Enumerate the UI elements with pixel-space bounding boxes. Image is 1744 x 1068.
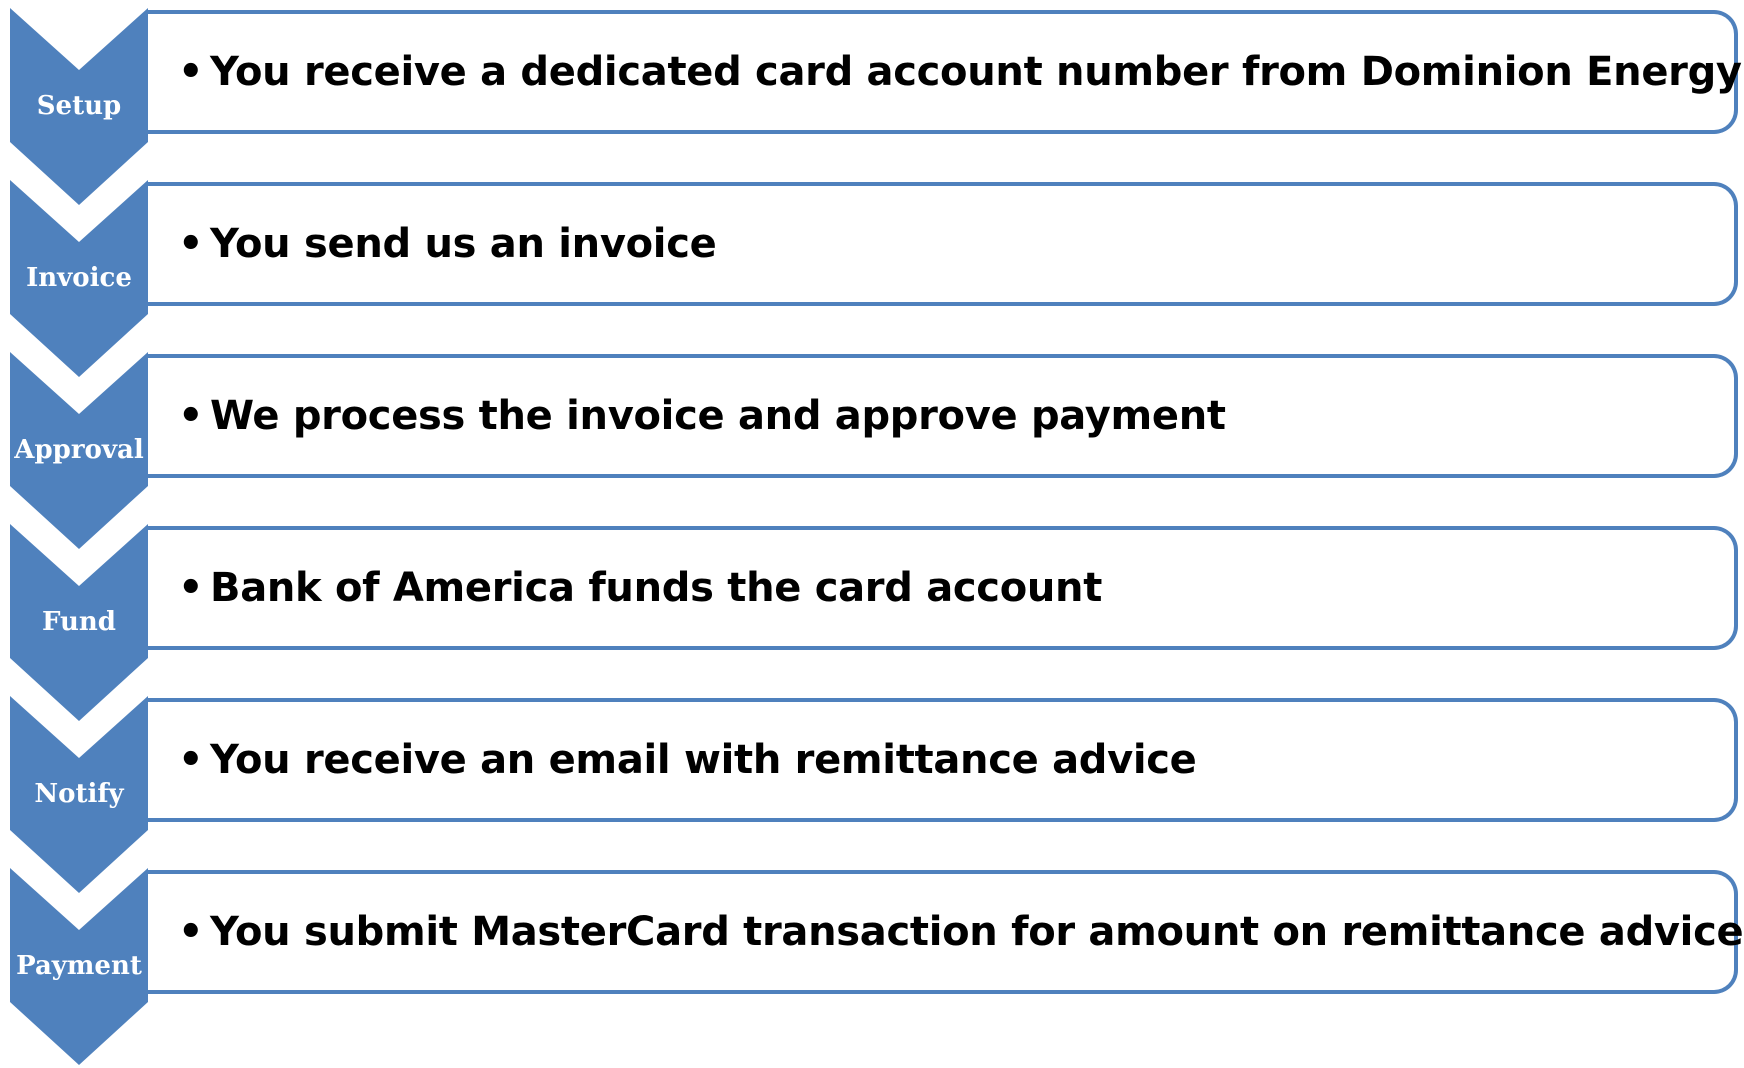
bullet-icon: • [178,49,204,95]
step-label-invoice: Invoice [26,263,132,293]
step-text-approval: • We process the invoice and approve paym… [178,386,1226,446]
bullet-icon: • [178,221,204,267]
step-label-payment: Payment [16,951,142,981]
step-text-invoice: • You send us an invoice [178,214,717,274]
step-text-notify: • You receive an email with remittance ad… [178,730,1197,790]
bullet-icon: • [178,737,204,783]
step-text-setup: • You receive a dedicated card account nu… [178,42,1742,102]
process-diagram: • You receive a dedicated card account nu… [0,0,1744,1068]
step-label-setup: Setup [36,91,122,121]
step-text-fund: • Bank of America funds the card account [178,558,1102,618]
bullet-icon: • [178,565,204,611]
bullet-icon: • [178,393,204,439]
step-text-payment: • You submit MasterCard transaction for a… [178,902,1744,962]
step-label-fund: Fund [42,607,116,637]
step-label-approval: Approval [14,435,144,465]
bullet-icon: • [178,909,204,955]
step-label-notify: Notify [34,779,124,809]
